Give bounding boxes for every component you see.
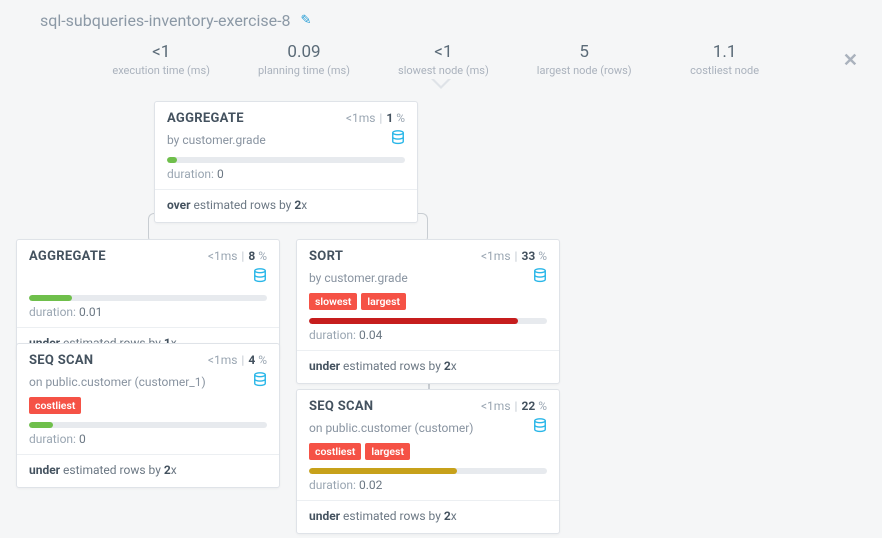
estimate-line: under estimated rows by 2x	[297, 351, 559, 383]
edit-icon[interactable]: ✎	[301, 13, 312, 28]
plan-canvas: AGGREGATE <1ms|1 % by customer.grade dur…	[0, 89, 882, 529]
node-header: AGGREGATE <1ms|1 %	[155, 102, 417, 130]
estimate-line: under estimated rows by 2x	[17, 455, 279, 487]
node-title: AGGREGATE	[167, 111, 244, 126]
node-tags: costliest largest	[297, 443, 559, 466]
node-tags: slowest largest	[297, 293, 559, 316]
node-header: SEQ SCAN <1ms|22 %	[297, 390, 559, 418]
database-icon[interactable]	[253, 268, 267, 287]
stat-value: 0.09	[258, 42, 350, 62]
tag-slowest: slowest	[309, 293, 357, 310]
duration-bar	[29, 295, 267, 301]
duration-line: duration: 0	[155, 165, 417, 189]
node-header: SORT <1ms|33 %	[297, 240, 559, 268]
node-subtitle-row	[17, 268, 279, 293]
node-header: AGGREGATE <1ms|8 %	[17, 240, 279, 268]
stat-slowest-node: <1 slowest node (ms)	[398, 42, 489, 77]
tag-costliest: costliest	[309, 443, 361, 460]
tag-costliest: costliest	[29, 397, 81, 414]
stat-label: costliest node	[680, 64, 770, 77]
node-time: <1ms|8 %	[208, 249, 267, 263]
node-time: <1ms|4 %	[208, 353, 267, 367]
node-subtitle: on public.customer (customer_1)	[29, 375, 206, 389]
tag-largest: largest	[361, 293, 406, 310]
tag-largest: largest	[365, 443, 410, 460]
database-icon[interactable]	[533, 268, 547, 287]
node-tags: costliest	[17, 397, 279, 420]
stat-planning-time: 0.09 planning time (ms)	[258, 42, 350, 77]
database-icon[interactable]	[253, 372, 267, 391]
stat-execution-time: <1 execution time (ms)	[112, 42, 210, 77]
node-subtitle: by customer.grade	[167, 133, 266, 147]
stat-value: 1.1	[680, 42, 770, 62]
node-title: AGGREGATE	[29, 249, 106, 264]
duration-line: duration: 0	[17, 430, 279, 454]
stat-value: 5	[537, 42, 632, 62]
stat-largest-node: 5 largest node (rows)	[537, 42, 632, 77]
duration-bar	[167, 157, 405, 163]
header: sql-subqueries-inventory-exercise-8 ✎	[0, 0, 882, 32]
estimate-line: under estimated rows by 2x	[297, 501, 559, 533]
duration-line: duration: 0.01	[17, 303, 279, 327]
page-title: sql-subqueries-inventory-exercise-8	[40, 11, 291, 30]
database-icon[interactable]	[391, 130, 405, 149]
node-title: SEQ SCAN	[309, 399, 373, 414]
estimate-line: over estimated rows by 2x	[155, 190, 417, 222]
duration-line: duration: 0.04	[297, 326, 559, 350]
stat-costliest-node: 1.1 costliest node	[680, 42, 770, 77]
duration-line: duration: 0.02	[297, 476, 559, 500]
plan-node-aggregate-top[interactable]: AGGREGATE <1ms|1 % by customer.grade dur…	[154, 101, 418, 223]
plan-node-seqscan-right[interactable]: SEQ SCAN <1ms|22 % on public.customer (c…	[296, 389, 560, 534]
node-subtitle: by customer.grade	[309, 271, 408, 285]
node-time: <1ms|33 %	[481, 249, 547, 263]
stat-label: slowest node (ms)	[398, 64, 489, 77]
stat-label: execution time (ms)	[112, 64, 210, 77]
duration-bar	[309, 468, 547, 474]
node-subtitle-row: on public.customer (customer)	[297, 418, 559, 443]
stat-label: largest node (rows)	[537, 64, 632, 77]
plan-node-seqscan-left[interactable]: SEQ SCAN <1ms|4 % on public.customer (cu…	[16, 343, 280, 488]
database-icon[interactable]	[533, 418, 547, 437]
close-icon[interactable]: ✕	[843, 50, 858, 71]
node-time: <1ms|1 %	[346, 111, 405, 125]
node-header: SEQ SCAN <1ms|4 %	[17, 344, 279, 372]
stats-bar: <1 execution time (ms) 0.09 planning tim…	[0, 32, 882, 81]
node-subtitle-row: by customer.grade	[297, 268, 559, 293]
stat-label: planning time (ms)	[258, 64, 350, 77]
node-time: <1ms|22 %	[481, 399, 547, 413]
stat-value: <1	[398, 42, 489, 62]
node-title: SORT	[309, 249, 343, 264]
node-subtitle-row: by customer.grade	[155, 130, 417, 155]
node-title: SEQ SCAN	[29, 353, 93, 368]
plan-node-sort[interactable]: SORT <1ms|33 % by customer.grade slowest…	[296, 239, 560, 384]
node-subtitle-row: on public.customer (customer_1)	[17, 372, 279, 397]
duration-bar	[29, 422, 267, 428]
node-subtitle: on public.customer (customer)	[309, 421, 473, 435]
stat-value: <1	[112, 42, 210, 62]
duration-bar	[309, 318, 547, 324]
